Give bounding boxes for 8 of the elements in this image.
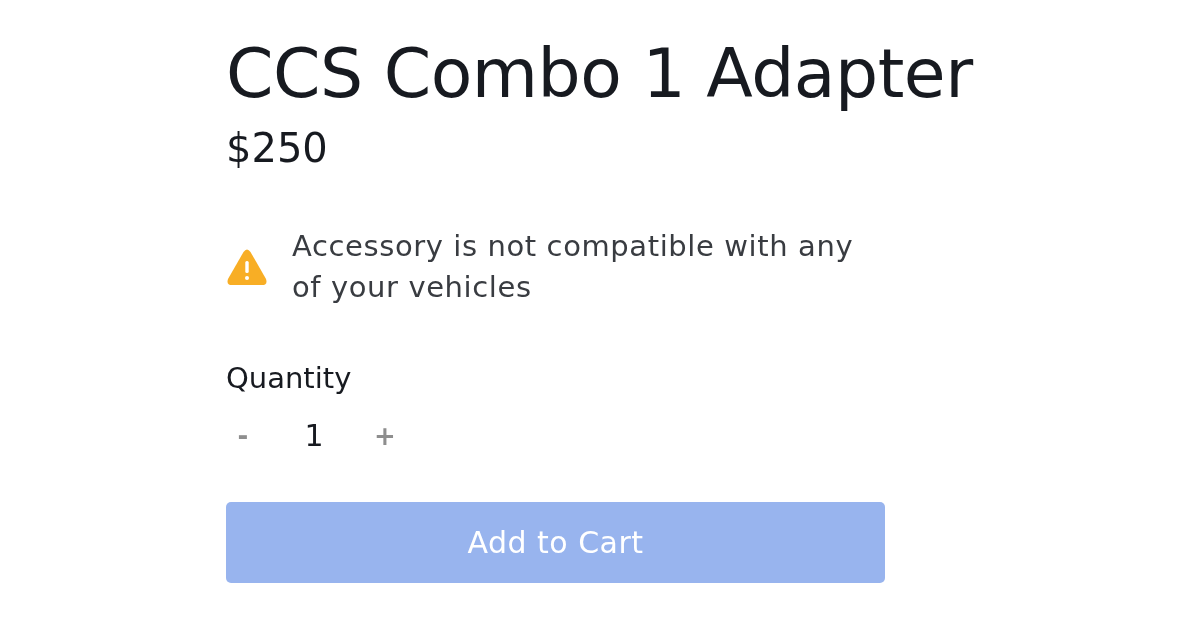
increment-button[interactable]: + — [368, 418, 402, 454]
product-price: $250 — [226, 124, 328, 172]
decrement-button[interactable]: - — [226, 418, 260, 454]
compatibility-warning: Accessory is not compatible with any of your vehicles — [292, 228, 855, 306]
quantity-value: 1 — [303, 418, 325, 454]
warning-icon — [226, 248, 268, 286]
product-title: CCS Combo 1 Adapter — [226, 36, 973, 112]
quantity-label: Quantity — [226, 361, 352, 395]
